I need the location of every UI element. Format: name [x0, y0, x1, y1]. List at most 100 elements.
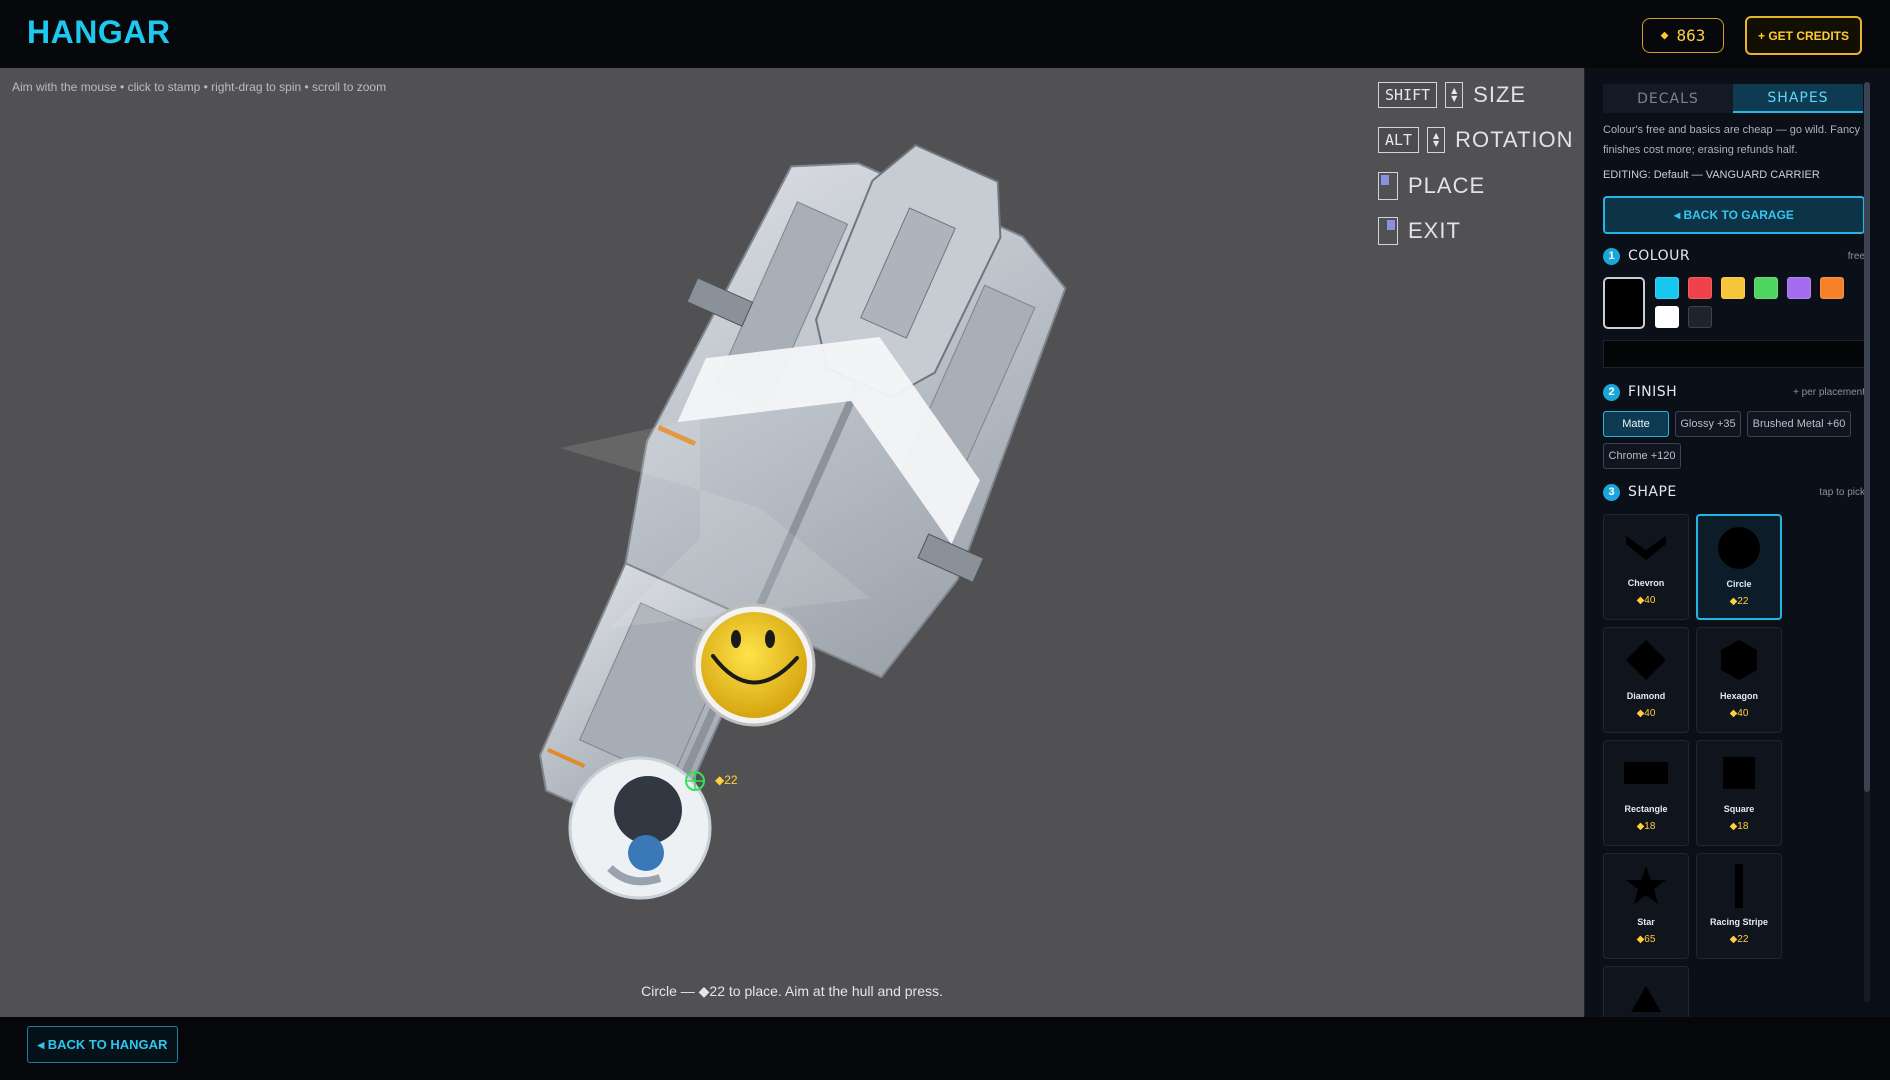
- control-place: PLACE: [1378, 172, 1485, 200]
- selected-colour-preview[interactable]: [1603, 277, 1645, 329]
- back-to-garage-button[interactable]: ◂ BACK TO GARAGE: [1603, 196, 1865, 234]
- shape-name: Rectangle: [1624, 804, 1668, 814]
- chevron-icon: [1604, 523, 1688, 571]
- shape-name: Circle: [1726, 579, 1752, 589]
- shape-card-rectangle[interactable]: Rectangle ◆18: [1603, 740, 1689, 846]
- right-click-icon: [1378, 217, 1398, 245]
- editing-label: EDITING: Default — VANGUARD CARRIER: [1603, 169, 1820, 181]
- shape-cost: ◆40: [1636, 708, 1656, 719]
- section-note: free: [1847, 250, 1865, 262]
- customize-panel: DECALS SHAPES Colour's free and basics a…: [1584, 68, 1890, 1017]
- section-note: tap to pick: [1819, 486, 1865, 498]
- shape-cost: ◆65: [1636, 934, 1656, 945]
- step-number: 1: [1603, 247, 1620, 265]
- finish-glossy[interactable]: Glossy +35: [1675, 411, 1741, 437]
- colour-section-header: 1 COLOUR free: [1603, 246, 1865, 266]
- shape-card-hexagon[interactable]: Hexagon ◆40: [1696, 627, 1782, 733]
- rectangle-icon: [1604, 749, 1688, 797]
- finish-chrome[interactable]: Chrome +120: [1603, 443, 1681, 469]
- controls-hint: Aim with the mouse • click to stamp • ri…: [12, 80, 387, 94]
- gem-icon: ◆: [1660, 28, 1669, 43]
- colour-hex-input[interactable]: [1603, 340, 1865, 368]
- panel-scrollbar[interactable]: [1864, 82, 1870, 1002]
- shape-card-triangle[interactable]: [1603, 966, 1689, 1017]
- size-label: SIZE: [1473, 82, 1527, 107]
- control-size: SHIFT ▲ ▼ SIZE: [1378, 82, 1526, 108]
- shape-name: Square: [1723, 804, 1755, 814]
- aim-cursor-icon: [685, 771, 705, 791]
- colour-swatch[interactable]: [1721, 277, 1745, 299]
- tab-decals[interactable]: DECALS: [1603, 84, 1733, 113]
- shape-card-racing-stripe[interactable]: Racing Stripe ◆22: [1696, 853, 1782, 959]
- ship-viewport[interactable]: Aim with the mouse • click to stamp • ri…: [0, 68, 1584, 1017]
- alt-key: ALT: [1378, 127, 1420, 153]
- triangle-icon: [1604, 975, 1688, 1017]
- finish-brushed-metal[interactable]: Brushed Metal +60: [1747, 411, 1851, 437]
- square-icon: [1697, 749, 1781, 797]
- credits-value: 863: [1676, 26, 1706, 45]
- astronaut-decal: [568, 756, 712, 900]
- shape-cost: ◆18: [1729, 821, 1749, 832]
- exit-label: EXIT: [1408, 218, 1461, 243]
- colour-swatch[interactable]: [1787, 277, 1811, 299]
- shape-card-diamond[interactable]: Diamond ◆40: [1603, 627, 1689, 733]
- circle-icon: [1698, 524, 1780, 572]
- panel-tabs: DECALS SHAPES: [1603, 84, 1863, 113]
- control-exit: EXIT: [1378, 217, 1461, 245]
- colour-swatch[interactable]: [1688, 306, 1712, 328]
- shape-name: Diamond: [1626, 691, 1666, 701]
- back-to-hangar-button[interactable]: ◂ BACK TO HANGAR: [27, 1026, 178, 1063]
- shape-card-chevron[interactable]: Chevron ◆40: [1603, 514, 1689, 620]
- smiley-decal: [692, 603, 816, 727]
- diamond-icon: [1604, 636, 1688, 684]
- tab-shapes[interactable]: SHAPES: [1733, 84, 1863, 113]
- colour-swatch[interactable]: [1820, 277, 1844, 299]
- step-number: 2: [1603, 383, 1620, 401]
- star-icon: [1604, 862, 1688, 910]
- top-bar: HANGAR ◆ 863 + GET CREDITS: [0, 0, 1890, 68]
- section-title: COLOUR: [1628, 248, 1691, 264]
- stripe-icon: [1697, 862, 1781, 910]
- shape-cost: ◆18: [1636, 821, 1656, 832]
- left-click-icon: [1378, 172, 1398, 200]
- colour-swatch[interactable]: [1688, 277, 1712, 299]
- status-message: Circle — ◆22 to place. Aim at the hull a…: [641, 983, 943, 999]
- hexagon-icon: [1697, 636, 1781, 684]
- shape-card-circle[interactable]: Circle ◆22: [1696, 514, 1782, 620]
- shape-card-star[interactable]: Star ◆65: [1603, 853, 1689, 959]
- place-label: PLACE: [1408, 173, 1486, 198]
- bottom-bar: [0, 1017, 1890, 1080]
- finish-section-header: 2 FINISH + per placement: [1603, 382, 1865, 402]
- get-credits-button[interactable]: + GET CREDITS: [1745, 16, 1862, 55]
- shape-cost: ◆40: [1729, 708, 1749, 719]
- section-title: SHAPE: [1628, 484, 1677, 500]
- credits-balance: ◆ 863: [1642, 18, 1724, 53]
- shape-section-header: 3 SHAPE tap to pick: [1603, 482, 1865, 502]
- shape-card-square[interactable]: Square ◆18: [1696, 740, 1782, 846]
- step-number: 3: [1603, 483, 1620, 501]
- panel-description: Colour's free and basics are cheap — go …: [1603, 124, 1861, 156]
- finish-matte[interactable]: Matte: [1603, 411, 1669, 437]
- scrollbar-thumb[interactable]: [1864, 82, 1870, 792]
- section-title: FINISH: [1628, 384, 1678, 400]
- shape-name: Hexagon: [1719, 691, 1758, 701]
- scroll-wheel-icon: ▲ ▼: [1427, 127, 1446, 153]
- shape-name: Racing Stripe: [1709, 917, 1768, 927]
- colour-swatch[interactable]: [1655, 277, 1679, 299]
- rotation-label: ROTATION: [1455, 127, 1574, 152]
- shape-name: Chevron: [1627, 578, 1665, 588]
- cursor-cost-label: ◆22: [715, 773, 738, 787]
- ship-render[interactable]: [0, 68, 1584, 1017]
- page-title: HANGAR: [27, 14, 171, 50]
- shape-cost: ◆22: [1729, 934, 1749, 945]
- shift-key: SHIFT: [1378, 82, 1438, 108]
- colour-swatch[interactable]: [1754, 277, 1778, 299]
- shape-cost: ◆40: [1636, 595, 1656, 606]
- section-note: + per placement: [1793, 386, 1865, 398]
- carrier-ship: [539, 143, 1067, 837]
- scroll-wheel-icon: ▲ ▼: [1445, 82, 1464, 108]
- shape-cost: ◆22: [1729, 596, 1749, 607]
- control-rotation: ALT ▲ ▼ ROTATION: [1378, 127, 1574, 153]
- colour-swatch[interactable]: [1655, 306, 1679, 328]
- shape-name: Star: [1637, 917, 1655, 927]
